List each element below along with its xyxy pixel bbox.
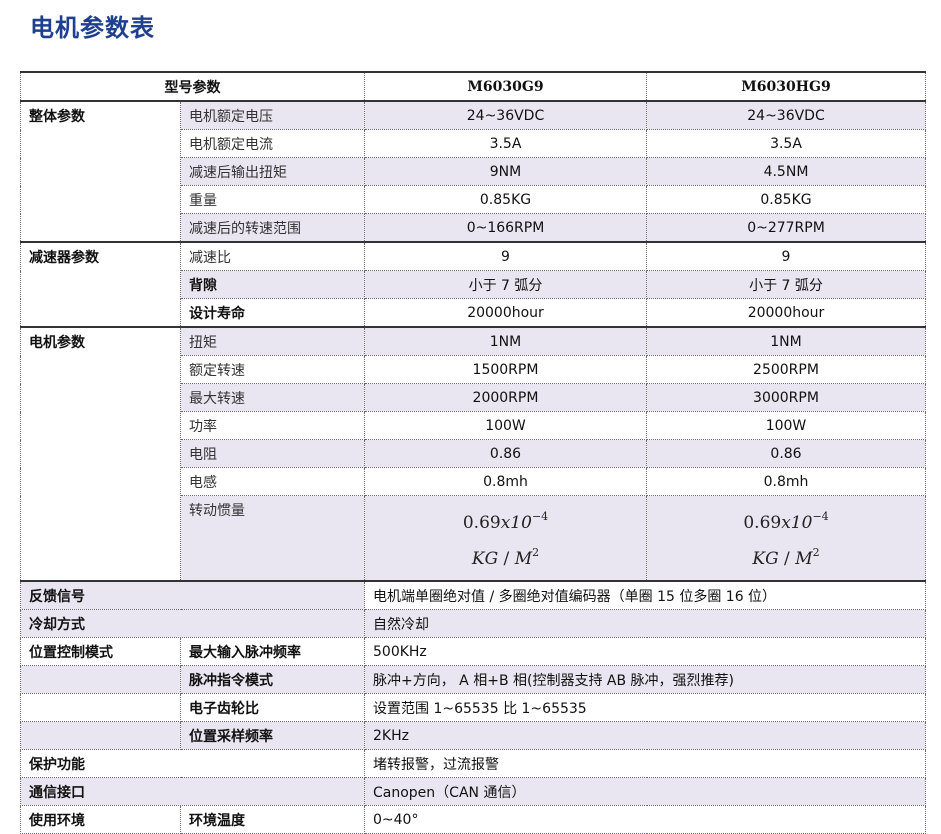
table-row: 冷却方式 自然冷却 xyxy=(20,609,926,638)
environment-value: 0~40° xyxy=(364,805,926,834)
position-sub: 最大输入脉冲频率 xyxy=(180,637,365,666)
position-empty xyxy=(20,693,181,722)
value-b: 0.8mh xyxy=(646,467,926,496)
category-reducer: 减速器参数 xyxy=(20,241,181,328)
table-row: 电机参数 扭矩 1NM 1NM xyxy=(20,326,926,582)
param-label: 减速比 xyxy=(180,241,365,271)
param-label: 电阻 xyxy=(180,439,365,468)
header-row: 型号参数 M6030G9 M6030HG9 xyxy=(20,71,926,102)
model-param-header: 型号参数 xyxy=(20,71,365,102)
param-label: 功率 xyxy=(180,411,365,440)
param-label: 减速后输出扭矩 xyxy=(180,157,365,186)
feedback-value: 电机端单圈绝对值 / 多圈绝对值编码器（单圈 15 位多圈 16 位） xyxy=(364,580,926,610)
position-sub: 脉冲指令模式 xyxy=(180,665,365,694)
value-b: 小于 7 弧分 xyxy=(646,270,926,299)
inertia-unit-b: KG / M2 xyxy=(752,546,820,569)
value-a: 1NM xyxy=(364,326,647,356)
position-label: 位置控制模式 xyxy=(20,637,181,666)
inertia-unit-a: KG / M2 xyxy=(471,546,540,569)
value-a: 2000RPM xyxy=(364,383,647,412)
param-label: 设计寿命 xyxy=(180,298,365,328)
table-row: 位置采样频率 2KHz xyxy=(20,721,926,750)
value-b: 1NM xyxy=(646,326,926,356)
value-b: 0~277RPM xyxy=(646,213,926,243)
value-a: 9 xyxy=(364,241,647,271)
motor-spec-table: 型号参数 M6030G9 M6030HG9 整体参数 电机额定电压 24~36V… xyxy=(20,71,926,834)
table-row: 减速器参数 减速比 9 9 xyxy=(20,241,926,328)
model-b-header: M6030HG9 xyxy=(646,71,926,102)
environment-label: 使用环境 xyxy=(20,805,181,834)
param-label: 电感 xyxy=(180,467,365,496)
position-sub: 位置采样频率 xyxy=(180,721,365,750)
value-a: 0.85KG xyxy=(364,185,647,214)
table-row: 整体参数 电机额定电压 24~36VDC 24~36VDC xyxy=(20,100,926,243)
param-label: 电机额定电压 xyxy=(180,100,365,130)
value-a: 100W xyxy=(364,411,647,440)
param-label: 重量 xyxy=(180,185,365,214)
position-empty xyxy=(20,721,181,750)
model-a-header: M6030G9 xyxy=(364,71,647,102)
value-b: 0.85KG xyxy=(646,185,926,214)
position-value: 脉冲+方向， A 相+B 相(控制器支持 AB 脉冲，强烈推荐) xyxy=(364,665,926,694)
param-label: 背隙 xyxy=(180,270,365,299)
table-row: 使用环境 环境温度 0~40° xyxy=(20,805,926,834)
table-row: 位置控制模式 最大输入脉冲频率 500KHz xyxy=(20,637,926,666)
page-title: 电机参数表 xyxy=(30,14,155,42)
param-label: 扭矩 xyxy=(180,326,365,356)
value-b: 3000RPM xyxy=(646,383,926,412)
table-row: 通信接口 Canopen（CAN 通信） xyxy=(20,777,926,806)
table-row: 电子齿轮比 设置范围 1~65535 比 1~65535 xyxy=(20,693,926,722)
value-a: 0.86 xyxy=(364,439,647,468)
value-b: 24~36VDC xyxy=(646,100,926,130)
position-value: 500KHz xyxy=(364,637,926,666)
inertia-value-a: 0.69x10−4 KG / M2 xyxy=(364,495,647,582)
value-a: 0~166RPM xyxy=(364,213,647,243)
inertia-formula-a: 0.69x10−4 xyxy=(462,510,549,533)
inertia-formula-b: 0.69x10−4 xyxy=(743,510,829,533)
param-label: 转动惯量 xyxy=(180,495,365,582)
comm-value: Canopen（CAN 通信） xyxy=(364,777,926,806)
protection-value: 堵转报警，过流报警 xyxy=(364,749,926,778)
value-a: 0.8mh xyxy=(364,467,647,496)
cooling-label: 冷却方式 xyxy=(20,609,365,638)
param-label: 额定转速 xyxy=(180,355,365,384)
feedback-label: 反馈信号 xyxy=(20,580,365,610)
table-row: 脉冲指令模式 脉冲+方向， A 相+B 相(控制器支持 AB 脉冲，强烈推荐) xyxy=(20,665,926,694)
value-b: 100W xyxy=(646,411,926,440)
comm-label: 通信接口 xyxy=(20,777,365,806)
cooling-value: 自然冷却 xyxy=(364,609,926,638)
value-a: 24~36VDC xyxy=(364,100,647,130)
environment-sub: 环境温度 xyxy=(180,805,365,834)
value-b: 3.5A xyxy=(646,129,926,158)
inertia-value-b: 0.69x10−4 KG / M2 xyxy=(646,495,926,582)
value-a: 小于 7 弧分 xyxy=(364,270,647,299)
param-label: 减速后的转速范围 xyxy=(180,213,365,243)
value-a: 1500RPM xyxy=(364,355,647,384)
value-a: 3.5A xyxy=(364,129,647,158)
value-b: 2500RPM xyxy=(646,355,926,384)
value-b: 20000hour xyxy=(646,298,926,328)
param-label: 电机额定电流 xyxy=(180,129,365,158)
category-motor: 电机参数 xyxy=(20,326,181,582)
position-sub: 电子齿轮比 xyxy=(180,693,365,722)
value-b: 0.86 xyxy=(646,439,926,468)
value-a: 20000hour xyxy=(364,298,647,328)
position-value: 设置范围 1~65535 比 1~65535 xyxy=(364,693,926,722)
protection-label: 保护功能 xyxy=(20,749,365,778)
table-row: 反馈信号 电机端单圈绝对值 / 多圈绝对值编码器（单圈 15 位多圈 16 位） xyxy=(20,580,926,610)
category-overall: 整体参数 xyxy=(20,100,181,243)
param-label: 最大转速 xyxy=(180,383,365,412)
table-row: 保护功能 堵转报警，过流报警 xyxy=(20,749,926,778)
position-empty xyxy=(20,665,181,694)
value-b: 4.5NM xyxy=(646,157,926,186)
value-b: 9 xyxy=(646,241,926,271)
value-a: 9NM xyxy=(364,157,647,186)
position-value: 2KHz xyxy=(364,721,926,750)
